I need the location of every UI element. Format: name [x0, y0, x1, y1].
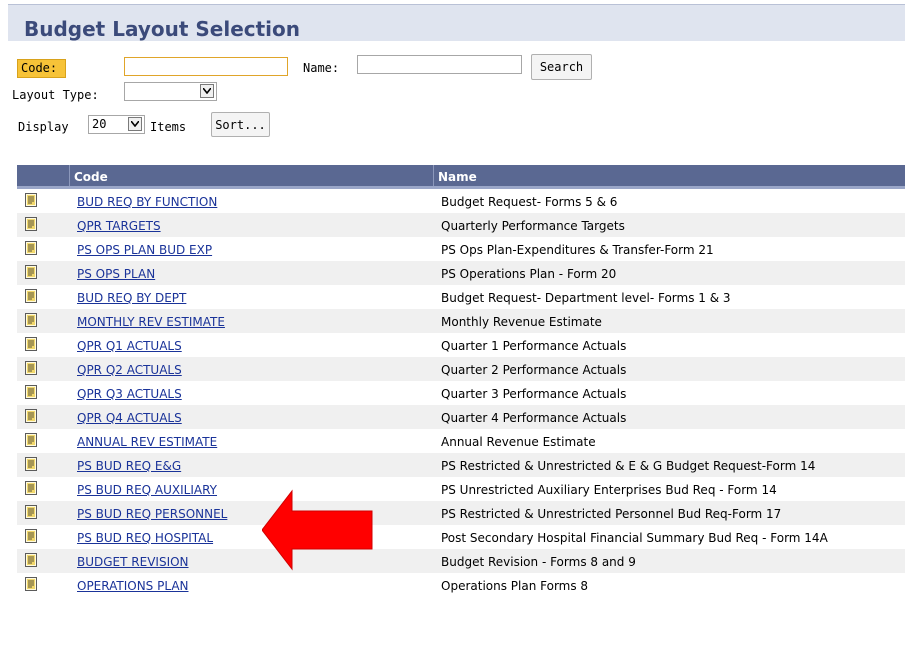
table-row: PS BUD REQ AUXILIARY PS Unrestricted Auxi… [17, 477, 905, 501]
layout-code-link[interactable]: PS BUD REQ AUXILIARY [77, 483, 217, 497]
code-label: Code: [17, 59, 66, 78]
layout-name: Operations Plan Forms 8 [441, 579, 589, 593]
layout-name: Quarter 2 Performance Actuals [441, 363, 627, 377]
display-count-select[interactable]: 20 [88, 115, 145, 134]
name-input[interactable] [357, 55, 522, 74]
layout-type-select[interactable] [124, 82, 217, 101]
layout-name: Post Secondary Hospital Financial Summar… [441, 531, 828, 545]
layout-code-link[interactable]: QPR Q1 ACTUALS [77, 339, 182, 353]
layout-name: Quarter 3 Performance Actuals [441, 387, 627, 401]
header-divider [433, 165, 434, 186]
document-icon[interactable] [25, 337, 37, 351]
table-row: PS BUD REQ HOSPITAL Post Secondary Hospit… [17, 525, 905, 549]
table-row: BUDGET REVISION Budget Revision - Forms 8… [17, 549, 905, 573]
table-row: QPR Q4 ACTUALS Quarter 4 Performance Actu… [17, 405, 905, 429]
layout-code-link[interactable]: PS BUD REQ PERSONNEL [77, 507, 227, 521]
layout-name: Budget Request- Forms 5 & 6 [441, 195, 618, 209]
table-row: QPR Q2 ACTUALS Quarter 2 Performance Actu… [17, 357, 905, 381]
layout-type-label: Layout Type: [12, 88, 99, 102]
layout-table-body: BUD REQ BY FUNCTION Budget Request- Forms… [17, 189, 905, 597]
document-icon[interactable] [25, 529, 37, 543]
layout-code-link[interactable]: PS BUD REQ E&G [77, 459, 181, 473]
document-icon[interactable] [25, 265, 37, 279]
document-icon[interactable] [25, 289, 37, 303]
display-count-value: 20 [92, 117, 107, 131]
document-icon[interactable] [25, 577, 37, 591]
sort-button[interactable]: Sort... [211, 112, 270, 137]
document-icon[interactable] [25, 241, 37, 255]
table-row: QPR TARGETS Quarterly Performance Targets [17, 213, 905, 237]
column-header-code: Code [74, 170, 108, 184]
table-row: ANNUAL REV ESTIMATE Annual Revenue Estima… [17, 429, 905, 453]
layout-name: Quarter 4 Performance Actuals [441, 411, 627, 425]
layout-name: Budget Revision - Forms 8 and 9 [441, 555, 636, 569]
table-row: PS OPS PLAN BUD EXP PS Ops Plan-Expenditu… [17, 237, 905, 261]
table-row: QPR Q1 ACTUALS Quarter 1 Performance Actu… [17, 333, 905, 357]
layout-code-link[interactable]: OPERATIONS PLAN [77, 579, 189, 593]
layout-code-link[interactable]: QPR Q3 ACTUALS [77, 387, 182, 401]
document-icon[interactable] [25, 193, 37, 207]
header-divider [69, 165, 70, 186]
items-label: Items [150, 120, 187, 134]
table-row: PS BUD REQ E&G PS Restricted & Unrestrict… [17, 453, 905, 477]
sort-button-label: Sort... [215, 117, 266, 132]
document-icon[interactable] [25, 457, 37, 471]
table-row: PS OPS PLAN PS Operations Plan - Form 20 [17, 261, 905, 285]
table-header: Code Name [17, 165, 905, 189]
document-icon[interactable] [25, 361, 37, 375]
layout-name: PS Restricted & Unrestricted Personnel B… [441, 507, 782, 521]
layout-code-link[interactable]: QPR Q4 ACTUALS [77, 411, 182, 425]
title-bar: Budget Layout Selection [8, 4, 905, 41]
layout-code-link[interactable]: BUD REQ BY FUNCTION [77, 195, 217, 209]
table-row: OPERATIONS PLAN Operations Plan Forms 8 [17, 573, 905, 597]
layout-name: Budget Request- Department level- Forms … [441, 291, 731, 305]
layout-code-link[interactable]: MONTHLY REV ESTIMATE [77, 315, 225, 329]
layout-code-link[interactable]: PS BUD REQ HOSPITAL [77, 531, 213, 545]
table-row: QPR Q3 ACTUALS Quarter 3 Performance Actu… [17, 381, 905, 405]
document-icon[interactable] [25, 409, 37, 423]
code-input[interactable] [124, 57, 288, 76]
table-row: BUD REQ BY FUNCTION Budget Request- Forms… [17, 189, 905, 213]
name-label: Name: [303, 61, 340, 75]
chevron-down-icon[interactable] [200, 84, 214, 98]
document-icon[interactable] [25, 505, 37, 519]
column-header-name: Name [438, 170, 477, 184]
layout-name: PS Unrestricted Auxiliary Enterprises Bu… [441, 483, 777, 497]
layout-code-link[interactable]: BUD REQ BY DEPT [77, 291, 186, 305]
layout-code-link[interactable]: QPR TARGETS [77, 219, 161, 233]
layout-name: Quarterly Performance Targets [441, 219, 625, 233]
document-icon[interactable] [25, 385, 37, 399]
layout-code-link[interactable]: PS OPS PLAN [77, 267, 155, 281]
table-row: BUD REQ BY DEPT Budget Request- Departmen… [17, 285, 905, 309]
search-button[interactable]: Search [531, 54, 592, 80]
document-icon[interactable] [25, 313, 37, 327]
layout-name: PS Restricted & Unrestricted & E & G Bud… [441, 459, 816, 473]
chevron-down-icon[interactable] [128, 117, 142, 131]
layout-name: PS Ops Plan-Expenditures & Transfer-Form… [441, 243, 714, 257]
display-label: Display [18, 120, 69, 134]
layout-name: Quarter 1 Performance Actuals [441, 339, 627, 353]
search-button-label: Search [539, 60, 584, 74]
layout-code-link[interactable]: ANNUAL REV ESTIMATE [77, 435, 217, 449]
page-title: Budget Layout Selection [24, 17, 301, 41]
document-icon[interactable] [25, 433, 37, 447]
table-row: PS BUD REQ PERSONNEL PS Restricted & Unre… [17, 501, 905, 525]
layout-code-link[interactable]: BUDGET REVISION [77, 555, 189, 569]
document-icon[interactable] [25, 553, 37, 567]
layout-code-link[interactable]: PS OPS PLAN BUD EXP [77, 243, 212, 257]
document-icon[interactable] [25, 481, 37, 495]
layout-name: Monthly Revenue Estimate [441, 315, 602, 329]
layout-name: Annual Revenue Estimate [441, 435, 596, 449]
document-icon[interactable] [25, 217, 37, 231]
layout-code-link[interactable]: QPR Q2 ACTUALS [77, 363, 182, 377]
red-arrow-pointer-icon [262, 489, 373, 571]
table-row: MONTHLY REV ESTIMATE Monthly Revenue Esti… [17, 309, 905, 333]
layout-name: PS Operations Plan - Form 20 [441, 267, 617, 281]
